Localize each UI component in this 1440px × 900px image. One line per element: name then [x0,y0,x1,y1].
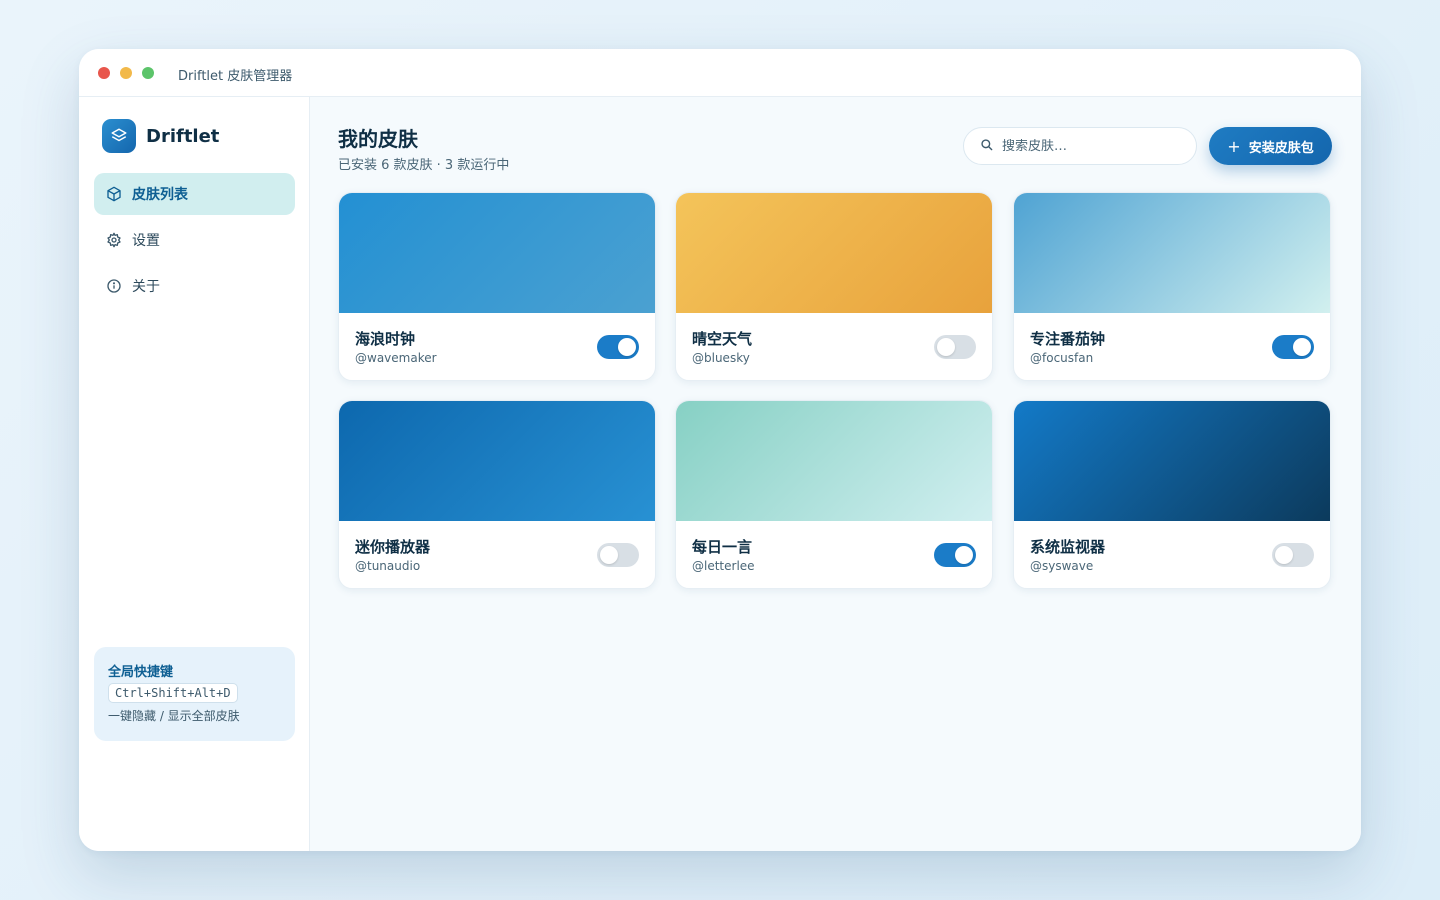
layers-logo-icon [102,119,136,153]
skin-name: 每日一言 [692,538,753,556]
skin-cover [339,401,655,521]
skin-toggle[interactable] [1272,543,1314,567]
sidebar: Driftlet 皮肤列表 设置 关于 全局快捷键 Ctrl+Shift+Alt… [79,97,310,851]
skin-author: @tunaudio [355,559,421,573]
skin-card[interactable]: 系统监视器 @syswave [1013,400,1331,589]
sidebar-item-label: 关于 [132,279,160,295]
skin-name: 专注番茄钟 [1030,330,1106,348]
skin-card[interactable]: 专注番茄钟 @focusfan [1013,192,1331,381]
skin-card[interactable]: 晴空天气 @bluesky [675,192,993,381]
sidebar-item-label: 设置 [132,233,160,249]
title-bar: Driftlet 皮肤管理器 [79,49,1361,97]
maximize-window-button[interactable] [142,67,154,79]
info-icon [106,278,122,294]
skin-author: @wavemaker [355,351,437,365]
skin-cover [676,193,992,313]
skin-author: @letterlee [692,559,755,573]
toggle-knob [937,338,955,356]
toggle-knob [1275,546,1293,564]
toggle-knob [955,546,973,564]
search-icon [980,137,994,156]
skin-card[interactable]: 海浪时钟 @wavemaker [338,192,656,381]
plus-icon: + [1227,136,1241,156]
skin-name: 迷你播放器 [355,538,431,556]
toggle-knob [600,546,618,564]
skin-toggle[interactable] [934,543,976,567]
minimize-window-button[interactable] [120,67,132,79]
close-window-button[interactable] [98,67,110,79]
app-window: Driftlet 皮肤管理器 Driftlet 皮肤列表 设置 关于 全局快捷键… [79,49,1361,851]
install-skin-pack-button[interactable]: + 安装皮肤包 [1209,127,1332,165]
skin-author: @bluesky [692,351,750,365]
skin-name: 晴空天气 [692,330,753,348]
shortcut-title: 全局快捷键 [108,665,174,680]
skin-toggle[interactable] [597,335,639,359]
cube-icon [106,186,122,202]
skin-toggle[interactable] [597,543,639,567]
brand-name: Driftlet [146,125,220,147]
shortcut-key: Ctrl+Shift+Alt+D [108,683,238,703]
skin-author: @focusfan [1030,351,1094,365]
sidebar-nav: 皮肤列表 设置 关于 [94,173,295,311]
skin-author: @syswave [1030,559,1094,573]
skin-name: 海浪时钟 [355,330,416,348]
skin-cover [1014,193,1330,313]
brand: Driftlet [102,119,219,153]
install-button-label: 安装皮肤包 [1248,140,1314,156]
skin-card[interactable]: 迷你播放器 @tunaudio [338,400,656,589]
search-box[interactable] [963,127,1197,165]
sidebar-item-about[interactable]: 关于 [94,265,295,307]
skin-cover [676,401,992,521]
skin-card[interactable]: 每日一言 @letterlee [675,400,993,589]
sidebar-item-label: 皮肤列表 [132,187,188,203]
sidebar-item-settings[interactable]: 设置 [94,219,295,261]
skin-toggle[interactable] [934,335,976,359]
search-input[interactable] [1002,138,1182,154]
sidebar-item-skin-list[interactable]: 皮肤列表 [94,173,295,215]
global-shortcut-card: 全局快捷键 Ctrl+Shift+Alt+D 一键隐藏 / 显示全部皮肤 [94,647,295,741]
page-subtitle: 已安装 6 款皮肤 · 3 款运行中 [338,158,510,173]
gear-icon [106,232,122,248]
skin-cover [1014,401,1330,521]
window-title: Driftlet 皮肤管理器 [178,69,293,84]
toggle-knob [618,338,636,356]
shortcut-description: 一键隐藏 / 显示全部皮肤 [108,709,240,723]
skin-name: 系统监视器 [1030,538,1106,556]
skin-cover [339,193,655,313]
toggle-knob [1293,338,1311,356]
main-content: 我的皮肤 已安装 6 款皮肤 · 3 款运行中 + 安装皮肤包 海浪时钟 @wa… [310,97,1361,851]
page-title: 我的皮肤 [338,127,418,151]
skin-toggle[interactable] [1272,335,1314,359]
